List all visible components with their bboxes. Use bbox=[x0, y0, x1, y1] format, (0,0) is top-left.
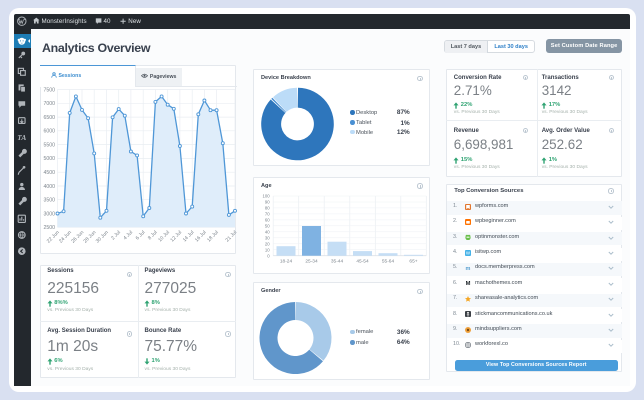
svg-text:m: m bbox=[465, 266, 470, 271]
svg-text:M: M bbox=[465, 282, 470, 287]
